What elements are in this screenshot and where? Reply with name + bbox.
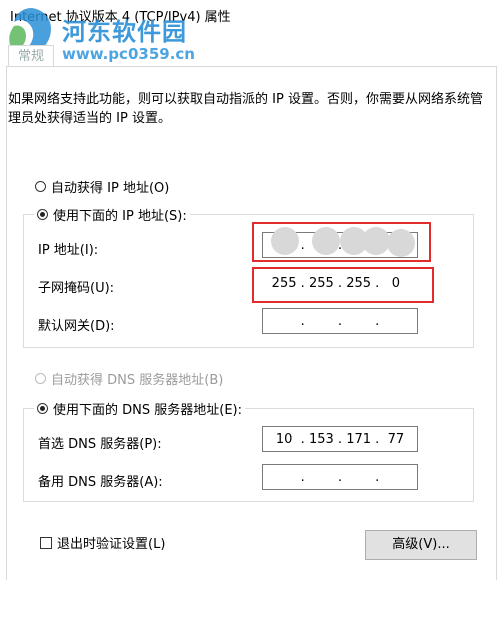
validate-label: 退出时验证设置(L) xyxy=(57,537,166,552)
validate-checkbox[interactable] xyxy=(40,536,52,549)
ip-auto-option[interactable]: 自动获得 IP 地址(O) xyxy=(35,177,169,196)
ip-auto-label: 自动获得 IP 地址(O) xyxy=(51,181,170,196)
dns-auto-label: 自动获得 DNS 服务器地址(B) xyxy=(51,373,224,388)
watermark-name: 河东软件园 xyxy=(62,18,187,46)
ip-manual-option[interactable]: 使用下面的 IP 地址(S): xyxy=(34,205,190,224)
subnet-mask-label: 子网掩码(U): xyxy=(38,281,115,296)
validate-option[interactable]: 退出时验证设置(L) xyxy=(40,533,165,552)
watermark-url: www.pc0359.cn xyxy=(62,45,195,63)
ip-address-label: IP 地址(I): xyxy=(38,243,99,258)
dns-manual-option[interactable]: 使用下面的 DNS 服务器地址(E): xyxy=(34,399,245,418)
default-gateway-label: 默认网关(D): xyxy=(38,319,115,334)
ip-auto-radio[interactable] xyxy=(35,181,46,192)
dns-manual-label: 使用下面的 DNS 服务器地址(E): xyxy=(53,403,242,418)
preferred-dns-label: 首选 DNS 服务器(P): xyxy=(38,437,162,452)
ip-manual-radio[interactable] xyxy=(37,209,48,220)
alternate-dns-label: 备用 DNS 服务器(A): xyxy=(38,475,163,490)
alternate-dns-field[interactable]: . . . xyxy=(262,464,418,490)
description-text: 如果网络支持此功能，则可以获取自动指派的 IP 设置。否则，你需要从网络系统管理… xyxy=(8,92,483,126)
dns-auto-option[interactable]: 自动获得 DNS 服务器地址(B) xyxy=(35,369,223,388)
highlight-box-subnet xyxy=(252,267,434,303)
preferred-dns-field[interactable]: 10. 153. 171. 77 xyxy=(262,426,418,452)
highlight-box-ip xyxy=(252,222,431,262)
default-gateway-field[interactable]: . . . xyxy=(262,308,418,334)
dns-auto-radio[interactable] xyxy=(35,373,46,384)
dns-manual-radio[interactable] xyxy=(37,403,48,414)
tab-general[interactable]: 常规 xyxy=(8,45,54,68)
ip-manual-label: 使用下面的 IP 地址(S): xyxy=(53,209,187,224)
dialog-footer xyxy=(0,580,500,634)
advanced-button[interactable]: 高级(V)... xyxy=(365,530,477,560)
